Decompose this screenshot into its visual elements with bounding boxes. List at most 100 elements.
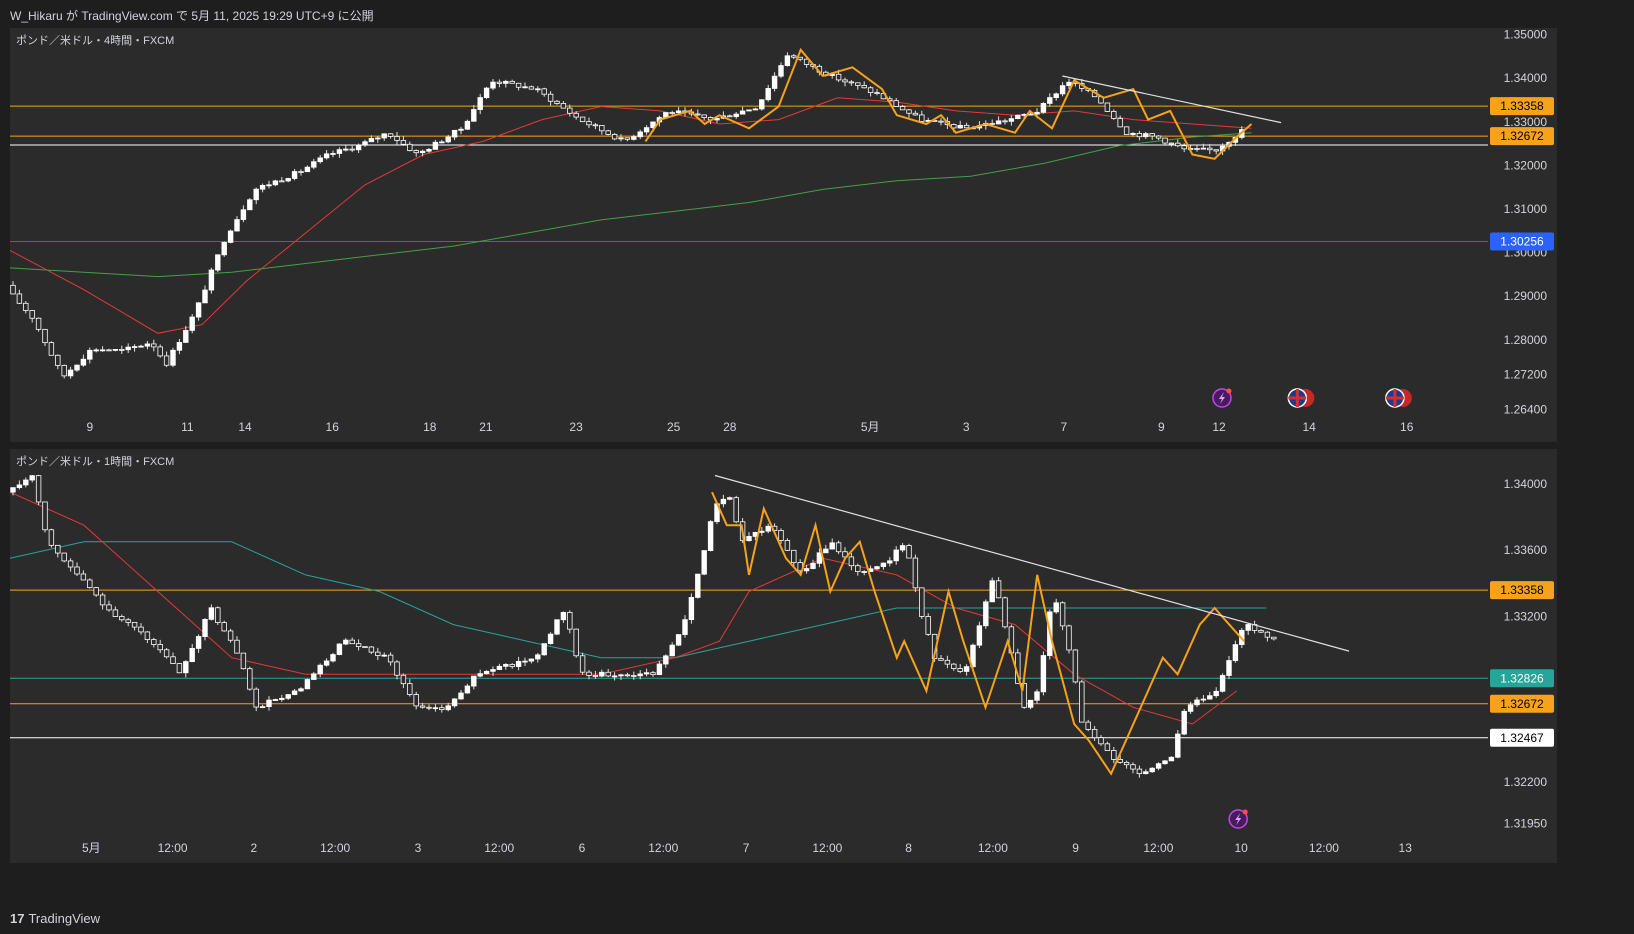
candle-body bbox=[74, 566, 80, 575]
x-tick-label: 12:00 bbox=[1309, 841, 1339, 855]
candle-body bbox=[432, 707, 439, 710]
candle-body bbox=[1117, 759, 1123, 763]
candle-body bbox=[579, 655, 586, 673]
candle-body bbox=[605, 130, 611, 135]
candle-body bbox=[176, 342, 183, 351]
candle-body bbox=[106, 349, 112, 352]
candle-body bbox=[272, 180, 279, 186]
candle-body bbox=[848, 81, 855, 84]
x-tick-label: 16 bbox=[326, 420, 340, 434]
candle-body bbox=[221, 622, 227, 632]
candle-body bbox=[311, 673, 317, 680]
x-tick-label: 3 bbox=[415, 841, 422, 855]
candle-body bbox=[541, 643, 547, 656]
candle-body bbox=[285, 178, 291, 182]
candle-body bbox=[279, 697, 285, 700]
candle-body bbox=[426, 148, 432, 152]
candle-body bbox=[343, 639, 349, 645]
y-tick-label: 1.34000 bbox=[1504, 71, 1548, 85]
candle-body bbox=[1200, 147, 1207, 150]
candle-body bbox=[682, 619, 688, 635]
chart-pane-4h[interactable]: ポンド／米ドル・4時間・FXCM 1.350001.340001.330001.3… bbox=[10, 28, 1557, 442]
candle-body bbox=[893, 100, 899, 107]
candle-body bbox=[995, 120, 1002, 125]
x-tick-label: 3 bbox=[963, 420, 970, 434]
candle-body bbox=[643, 672, 650, 675]
y-tick-label: 1.31950 bbox=[1504, 816, 1548, 830]
y-tick-label: 1.32200 bbox=[1504, 775, 1548, 789]
candle-body bbox=[599, 671, 605, 677]
candle-body bbox=[618, 137, 624, 140]
candle-body bbox=[138, 345, 144, 348]
candle-body bbox=[1040, 103, 1047, 113]
x-tick-label: 25 bbox=[667, 420, 681, 434]
candle-body bbox=[1264, 631, 1271, 638]
x-tick-label: 2 bbox=[251, 841, 258, 855]
candle-body bbox=[471, 109, 477, 122]
candle-body bbox=[624, 674, 631, 677]
candle-body bbox=[1149, 767, 1155, 773]
candle-body bbox=[899, 545, 906, 551]
candle-body bbox=[861, 85, 867, 89]
candle-body bbox=[1098, 737, 1104, 745]
candle-body bbox=[778, 530, 784, 541]
candle-body bbox=[938, 658, 944, 661]
candle-body bbox=[528, 658, 535, 662]
candle-body bbox=[490, 81, 496, 89]
candle-body bbox=[1168, 756, 1175, 762]
x-tick-label: 12:00 bbox=[1143, 841, 1173, 855]
candle-body bbox=[535, 88, 541, 91]
footer-bar: 17 TradingView bbox=[0, 902, 1634, 934]
candle-body bbox=[266, 184, 272, 187]
price-level-label: 1.32672 bbox=[1500, 697, 1544, 711]
candle-body bbox=[547, 633, 554, 645]
candle-body bbox=[42, 501, 48, 531]
candle-body bbox=[1130, 764, 1136, 770]
candle-body bbox=[618, 674, 624, 677]
price-level-label: 1.32826 bbox=[1500, 671, 1544, 685]
y-tick-label: 1.33000 bbox=[1504, 115, 1548, 129]
candle-body bbox=[61, 552, 67, 562]
x-tick-label: 5月 bbox=[82, 841, 101, 855]
candle-body bbox=[215, 607, 221, 623]
candle-body bbox=[387, 654, 394, 663]
candle-body bbox=[259, 706, 266, 708]
candle-body bbox=[35, 317, 42, 330]
candle-body bbox=[1194, 699, 1200, 706]
candle-body bbox=[778, 65, 784, 77]
candle-body bbox=[477, 673, 483, 677]
candle-body bbox=[1143, 133, 1149, 138]
candle-body bbox=[419, 150, 426, 154]
tradingview-logo[interactable]: 17 TradingView bbox=[10, 911, 100, 926]
candle-body bbox=[138, 626, 144, 633]
candle-body bbox=[1091, 728, 1098, 739]
candle-body bbox=[368, 646, 375, 653]
price-scale[interactable] bbox=[1488, 449, 1557, 863]
candle-body bbox=[48, 342, 55, 356]
candle-body bbox=[1111, 111, 1117, 119]
x-tick-label: 12:00 bbox=[812, 841, 842, 855]
candle-body bbox=[554, 100, 560, 104]
x-tick-label: 12:00 bbox=[978, 841, 1008, 855]
candle-body bbox=[1130, 132, 1136, 135]
candle-body bbox=[637, 673, 643, 677]
candle-body bbox=[67, 560, 74, 568]
candle-body bbox=[733, 113, 739, 118]
candle-body bbox=[1059, 85, 1066, 95]
candle-body bbox=[426, 706, 432, 709]
candle-body bbox=[381, 654, 387, 657]
chart-pane-1h[interactable]: ポンド／米ドル・1時間・FXCM 1.34000 1.33600 1.33200 1.3… bbox=[10, 449, 1557, 863]
x-tick-label: 12:00 bbox=[648, 841, 678, 855]
candle-body bbox=[35, 475, 42, 503]
candle-body bbox=[247, 199, 253, 211]
candle-body bbox=[458, 128, 464, 131]
candle-body bbox=[995, 580, 1002, 599]
candle-body bbox=[170, 349, 176, 366]
x-tick-label: 21 bbox=[479, 420, 493, 434]
candle-body bbox=[464, 685, 471, 694]
candle-body bbox=[1181, 710, 1187, 735]
candle-body bbox=[835, 542, 842, 553]
candle-body bbox=[279, 180, 285, 183]
candle-body bbox=[323, 660, 330, 666]
candle-body bbox=[1053, 93, 1059, 98]
